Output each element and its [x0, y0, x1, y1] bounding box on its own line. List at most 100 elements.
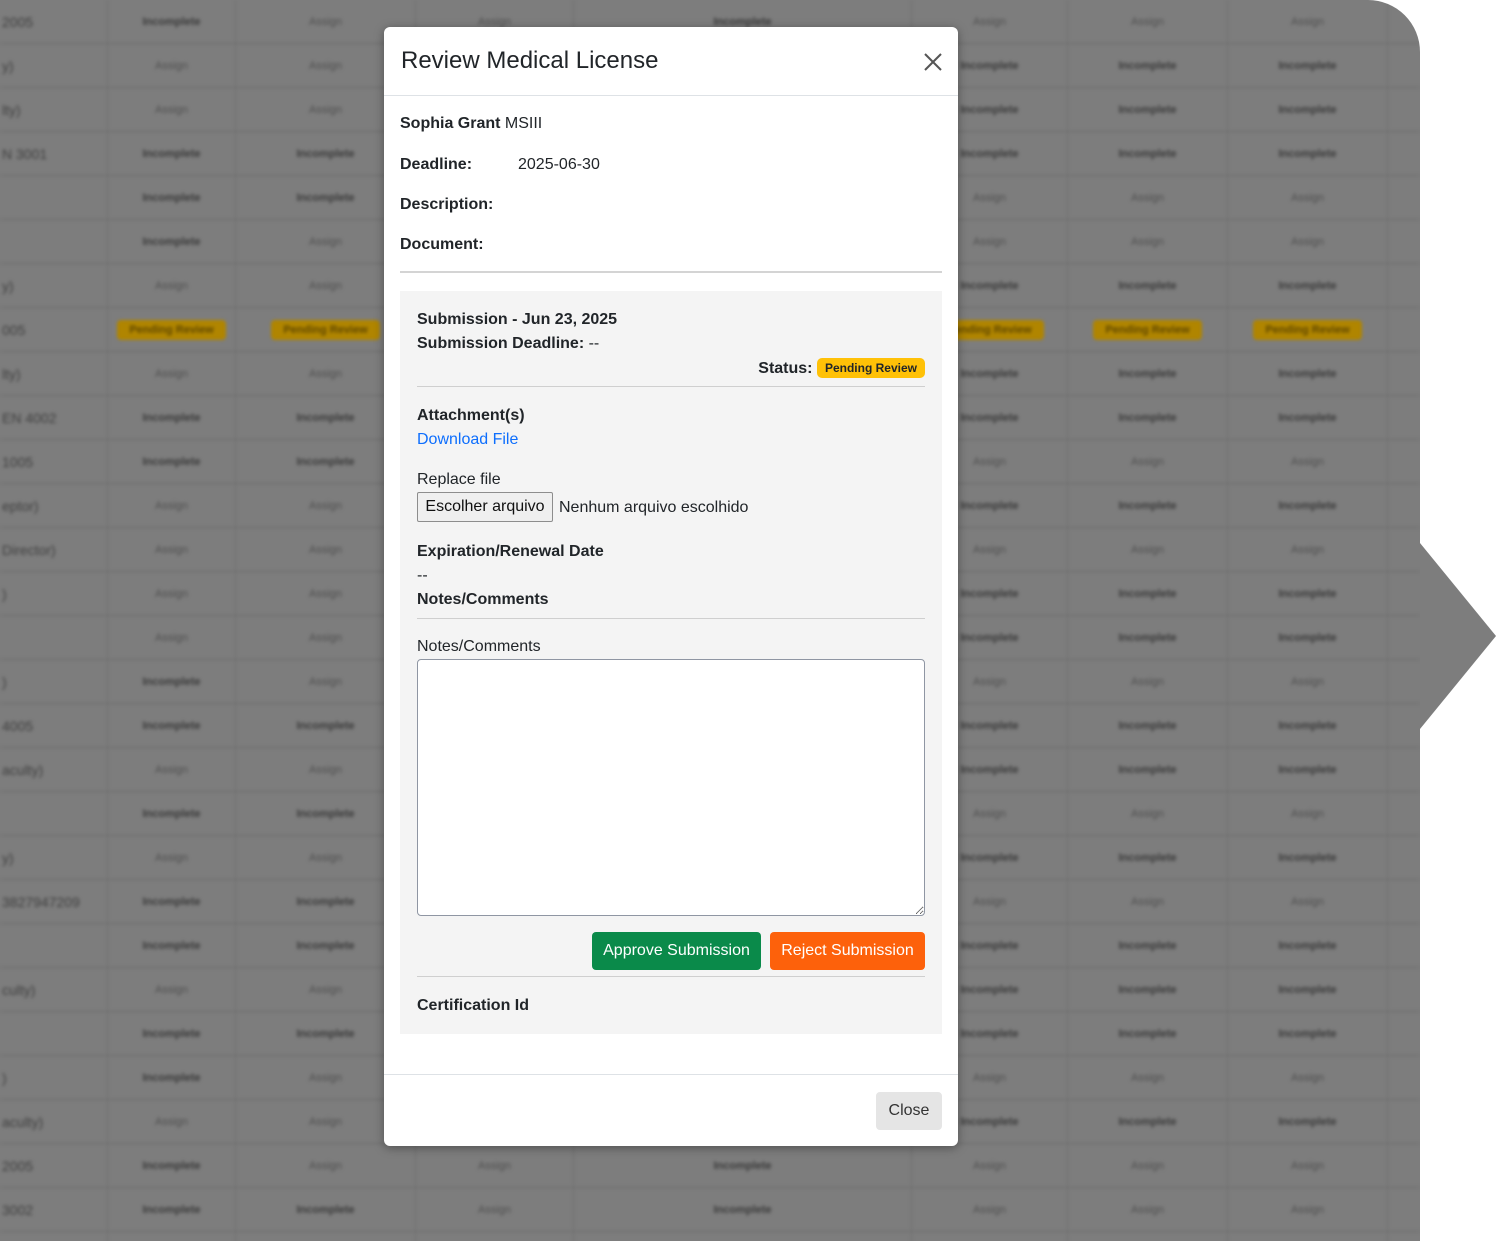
table-cell[interactable]: Incomplete	[1388, 1012, 1420, 1055]
table-cell[interactable]: Assign	[1068, 528, 1228, 571]
table-cell[interactable]: Assign	[1228, 792, 1388, 835]
table-cell[interactable]: Assign	[1068, 1056, 1228, 1099]
table-cell[interactable]: Assign	[1068, 792, 1228, 835]
table-cell[interactable]: Assign	[1068, 880, 1228, 923]
table-cell[interactable]: Incomplete	[1388, 484, 1420, 527]
table-cell[interactable]: Incomplete	[1068, 836, 1228, 879]
table-cell[interactable]: Assign	[1388, 660, 1420, 703]
table-cell[interactable]: Assign	[1388, 264, 1420, 307]
table-cell[interactable]: Assign	[1228, 660, 1388, 703]
table-cell[interactable]: Assign	[416, 1144, 574, 1187]
table-cell[interactable]: Assign	[236, 1144, 416, 1187]
table-cell[interactable]: Assign	[1068, 1144, 1228, 1187]
table-cell[interactable]: Assign	[108, 1100, 236, 1143]
table-cell[interactable]: Assign	[108, 352, 236, 395]
table-cell[interactable]: Assign	[108, 264, 236, 307]
table-cell[interactable]: Incomplete	[1068, 44, 1228, 87]
table-cell[interactable]: Assign	[1388, 528, 1420, 571]
table-cell[interactable]: Assign	[1388, 616, 1420, 659]
table-cell[interactable]: Assign	[1388, 748, 1420, 791]
table-cell[interactable]: Incomplete	[1388, 132, 1420, 175]
table-cell[interactable]: Assign	[1068, 660, 1228, 703]
table-cell[interactable]: Assign	[1388, 792, 1420, 835]
table-cell[interactable]: Pending Review	[1068, 308, 1228, 351]
close-icon[interactable]	[920, 49, 946, 75]
table-cell[interactable]: Assign	[1388, 572, 1420, 615]
table-cell[interactable]: Assign	[1388, 0, 1420, 43]
table-cell[interactable]: Incomplete	[416, 1232, 574, 1241]
table-cell[interactable]: Assign	[1388, 1100, 1420, 1143]
table-cell[interactable]: Assign	[1388, 1232, 1420, 1241]
table-cell[interactable]: Incomplete	[1068, 132, 1228, 175]
table-cell[interactable]: Incomplete	[108, 176, 236, 219]
table-cell[interactable]: Assign	[1228, 440, 1388, 483]
table-cell[interactable]: Assign	[1068, 220, 1228, 263]
table-cell[interactable]: Assign	[108, 616, 236, 659]
table-cell[interactable]: Incomplete	[108, 704, 236, 747]
table-cell[interactable]: Assign	[108, 748, 236, 791]
table-cell[interactable]: Assign	[1228, 0, 1388, 43]
table-cell[interactable]: Assign	[1068, 1188, 1228, 1231]
table-cell[interactable]: Incomplete	[1228, 968, 1388, 1011]
table-cell[interactable]: Pending Review	[1228, 308, 1388, 351]
table-cell[interactable]: Assign	[1228, 1056, 1388, 1099]
table-cell[interactable]: Assign	[1388, 1056, 1420, 1099]
table-cell[interactable]: Assign	[1388, 880, 1420, 923]
table-cell[interactable]: Incomplete	[1068, 1232, 1228, 1241]
table-cell[interactable]: Incomplete	[1068, 484, 1228, 527]
table-cell[interactable]: Incomplete	[574, 1188, 912, 1231]
table-cell[interactable]: Incomplete	[1068, 88, 1228, 131]
table-cell[interactable]: Incomplete	[574, 1144, 912, 1187]
approve-submission-button[interactable]: Approve Submission	[592, 932, 761, 970]
table-cell[interactable]: Incomplete	[1068, 352, 1228, 395]
table-cell[interactable]: Incomplete	[1228, 836, 1388, 879]
table-cell[interactable]: Incomplete	[1068, 968, 1228, 1011]
table-cell[interactable]: Incomplete	[108, 220, 236, 263]
table-cell[interactable]: Incomplete	[912, 1232, 1068, 1241]
table-cell[interactable]: Incomplete	[108, 132, 236, 175]
download-file-link-text[interactable]: Download File	[417, 431, 518, 448]
table-cell[interactable]: Incomplete	[1228, 396, 1388, 439]
table-cell[interactable]: Incomplete	[1068, 704, 1228, 747]
table-cell[interactable]: Incomplete	[1228, 1232, 1388, 1241]
table-cell[interactable]: Assign	[1228, 176, 1388, 219]
table-cell[interactable]: Incomplete	[1388, 924, 1420, 967]
table-cell[interactable]: Incomplete	[108, 1188, 236, 1231]
table-cell[interactable]: Incomplete	[1228, 748, 1388, 791]
table-cell[interactable]: Incomplete	[1228, 924, 1388, 967]
table-cell[interactable]: Assign	[108, 44, 236, 87]
table-cell[interactable]: Incomplete	[108, 440, 236, 483]
table-cell[interactable]: Incomplete	[108, 792, 236, 835]
table-cell[interactable]: Assign	[1228, 1144, 1388, 1187]
table-cell[interactable]: Incomplete	[1068, 572, 1228, 615]
table-cell[interactable]: Incomplete	[1228, 484, 1388, 527]
table-cell[interactable]: Assign	[1388, 1188, 1420, 1231]
table-cell[interactable]: Incomplete	[108, 1012, 236, 1055]
notes-textarea[interactable]	[417, 659, 925, 916]
table-cell[interactable]: Incomplete	[1068, 924, 1228, 967]
table-cell[interactable]: Assign	[1388, 220, 1420, 263]
table-cell[interactable]: Incomplete	[1388, 704, 1420, 747]
table-cell[interactable]: Assign	[108, 836, 236, 879]
table-cell[interactable]: Pending Review	[108, 308, 236, 351]
table-cell[interactable]: Assign	[1388, 440, 1420, 483]
table-cell[interactable]: Incomplete	[1068, 396, 1228, 439]
next-arrow[interactable]	[1420, 543, 1496, 729]
table-cell[interactable]: Incomplete	[1228, 132, 1388, 175]
table-cell[interactable]: Incomplete	[1228, 572, 1388, 615]
table-cell[interactable]: Incomplete	[1068, 748, 1228, 791]
table-cell[interactable]: Incomplete	[108, 924, 236, 967]
table-cell[interactable]: Assign	[236, 1232, 416, 1241]
table-cell[interactable]: Incomplete	[1228, 44, 1388, 87]
table-cell[interactable]: Assign	[1228, 1188, 1388, 1231]
table-cell[interactable]: Incomplete	[1068, 616, 1228, 659]
table-cell[interactable]: Incomplete	[108, 0, 236, 43]
table-cell[interactable]: Incomplete	[1388, 308, 1420, 351]
table-cell[interactable]: Assign	[108, 572, 236, 615]
table-cell[interactable]: Incomplete	[1068, 1100, 1228, 1143]
table-cell[interactable]: Incomplete	[108, 1056, 236, 1099]
table-cell[interactable]: Incomplete	[574, 1232, 912, 1241]
table-cell[interactable]: Assign	[1388, 44, 1420, 87]
table-cell[interactable]: Assign	[1228, 220, 1388, 263]
table-cell[interactable]: Incomplete	[1228, 264, 1388, 307]
